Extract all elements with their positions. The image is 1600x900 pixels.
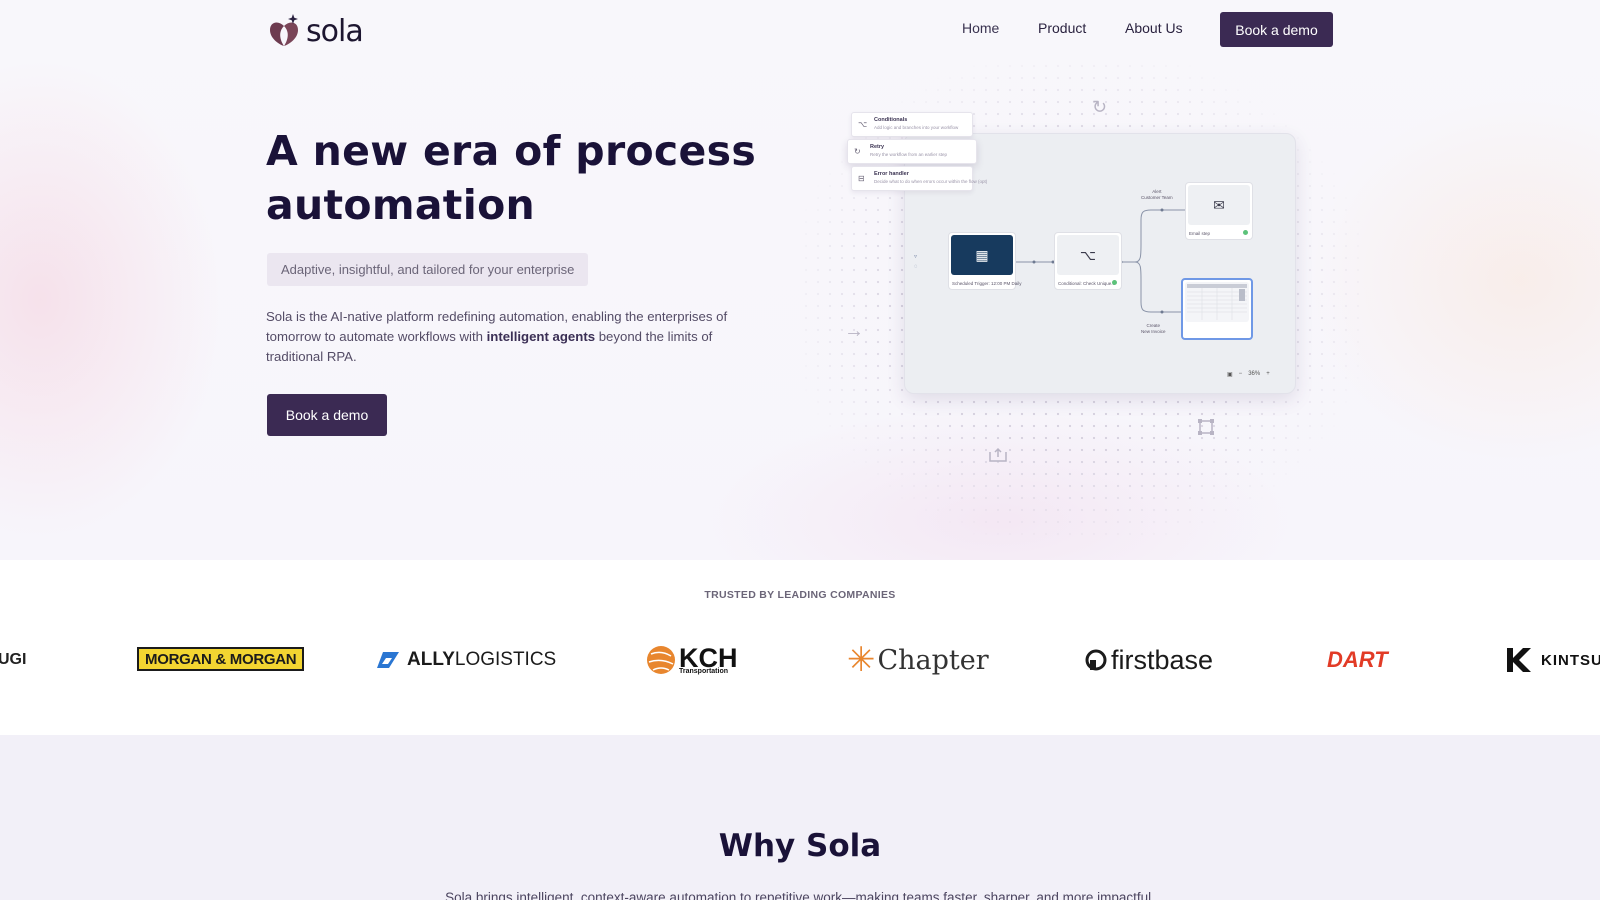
node-label: Conditional: Check Unique... (1058, 281, 1116, 286)
logo-morgan-and-morgan: MORGAN & MORGAN (137, 647, 305, 671)
zoom-in-button[interactable]: + (1266, 371, 1270, 377)
node-conditional[interactable]: ⌥ Conditional: Check Unique... (1054, 232, 1122, 290)
logo-chapter: ✳ Chapter (847, 638, 989, 682)
status-ok-dot (1112, 280, 1117, 285)
menu-item-error-handler[interactable]: ⊟ Error handler Decide what to do when e… (851, 166, 987, 191)
canvas-toolbar: ▿ ◌ (914, 252, 918, 272)
node-email[interactable]: ✉ Email step (1185, 182, 1253, 240)
refresh-icon: ↻ (1092, 97, 1108, 117)
logo-kintsugi: KINTSU (1505, 638, 1600, 682)
arrow-right-icon: → (844, 320, 864, 342)
trusted-title: TRUSTED BY LEADING COMPANIES (704, 589, 896, 601)
retry-icon: ↻ (854, 147, 861, 156)
chapter-burst-icon: ✳ (847, 640, 876, 680)
mail-icon: ✉ (1188, 185, 1250, 225)
calendar-icon: ▦ (951, 235, 1013, 275)
hero-tagline: Adaptive, insightful, and tailored for y… (267, 253, 589, 286)
spreadsheet-preview (1185, 282, 1249, 322)
export-icon (989, 447, 1007, 462)
hero-title: A new era of process automation (266, 127, 757, 229)
status-ok-dot (1243, 230, 1248, 235)
menu-item-desc: Retry the workflow from an earlier step (870, 152, 948, 157)
spreadsheet-thumbnail (1187, 284, 1247, 320)
sola-logo-icon (270, 14, 298, 46)
logo-dart: DART (1327, 647, 1388, 672)
kintsugi-mark-icon (1507, 648, 1531, 672)
nav-product[interactable]: Product (1038, 20, 1086, 36)
hero-book-demo-button[interactable]: Book a demo (267, 394, 387, 436)
fit-view-icon[interactable]: ▣ (1227, 371, 1233, 378)
menu-item-title: Conditionals (874, 117, 908, 123)
node-label: Email step (1189, 231, 1211, 236)
node-create-invoice[interactable] (1181, 278, 1253, 340)
chapter-text: Chapter (877, 644, 989, 676)
logo-kch: KCH Transportation (645, 638, 738, 682)
site-header: sola Home Product About Us Book a demo (0, 0, 1600, 60)
menu-item-retry[interactable]: ↻ Retry Retry the workflow from an earli… (847, 139, 977, 164)
ally-rest-text: LOGISTICS (454, 649, 557, 670)
menu-item-title: Error handler (874, 171, 909, 177)
brand-name: sola (306, 13, 364, 49)
why-subtitle: Sola brings intelligent, context-aware a… (445, 890, 1155, 900)
kintsugi-text: KINTSU (1541, 651, 1600, 669)
zoom-level: 36% (1248, 371, 1261, 377)
error-icon: ⊟ (858, 174, 865, 183)
branch-icon: ⌥ (858, 120, 868, 129)
menu-item-desc: Add logic and branches into your workflo… (874, 125, 959, 130)
ally-bold-text: ALLY (407, 649, 455, 670)
pointer-tool-icon[interactable]: ▿ (914, 252, 918, 262)
branch-icon: ⌥ (1057, 235, 1119, 275)
transform-icon (1198, 419, 1214, 435)
logo-firstbase: firstbase (1085, 638, 1213, 682)
why-sola-section: Why Sola Sola brings intelligent, contex… (0, 735, 1600, 900)
hand-tool-icon[interactable]: ◌ (914, 262, 918, 272)
ally-mark-icon (377, 652, 399, 668)
kch-wordmark: KCH Transportation (679, 642, 738, 675)
kch-text: KCH (679, 642, 738, 673)
kch-subtext: Transportation (679, 667, 729, 675)
menu-item-title: Retry (870, 144, 885, 150)
nav-home[interactable]: Home (962, 20, 999, 36)
hero-description: Sola is the AI-native platform redefinin… (266, 307, 728, 367)
menu-item-desc: Decide what to do when errors occur with… (874, 179, 988, 184)
node-label: Scheduled Trigger: 12:00 PM Daily (952, 281, 1022, 286)
hero-description-highlight: intelligent agents (486, 329, 596, 344)
logo-ugi: UGI (0, 651, 27, 668)
firstbase-text: firstbase (1111, 644, 1214, 675)
trusted-section: TRUSTED BY LEADING COMPANIES UGI MORGAN … (0, 560, 1600, 735)
menu-item-conditionals[interactable]: ⌥ Conditionals Add logic and branches in… (851, 112, 973, 137)
firstbase-mark-icon (1085, 649, 1107, 671)
logo-ally-logistics: ALLY LOGISTICS (375, 638, 556, 682)
edge-label-create: Create New Invoice (1141, 323, 1166, 334)
brand-logo[interactable]: sola (266, 12, 364, 50)
header-book-demo-button[interactable]: Book a demo (1220, 12, 1333, 47)
node-scheduled-trigger[interactable]: ▦ Scheduled Trigger: 12:00 PM Daily (948, 232, 1022, 290)
why-title: Why Sola (718, 828, 882, 864)
nav-about-us[interactable]: About Us (1125, 20, 1183, 36)
zoom-out-button[interactable]: − (1239, 371, 1243, 377)
zoom-controls: ▣ − 36% + (1227, 368, 1285, 380)
kch-globe-icon (647, 646, 675, 674)
edge-label-alert: Alert Customer Team (1141, 189, 1173, 200)
logo-carousel: UGI MORGAN & MORGAN ALLY LOGISTICS KCH Tr… (0, 638, 1600, 682)
